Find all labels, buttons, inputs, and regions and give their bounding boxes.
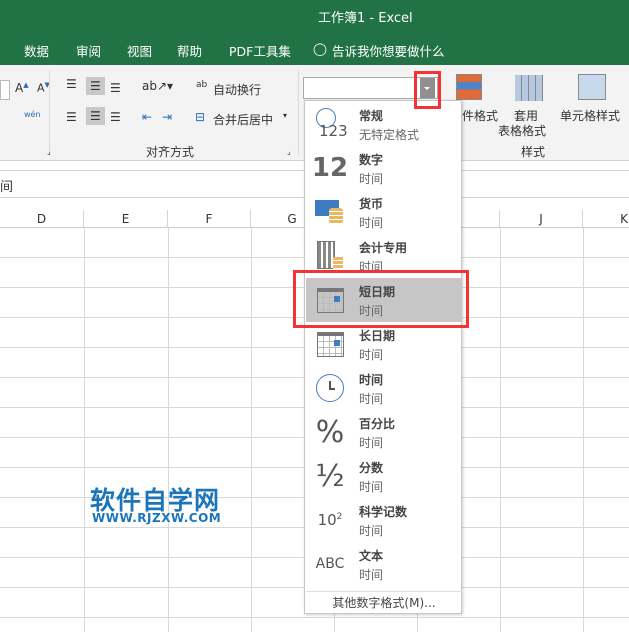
- fraction-icon: ½: [315, 458, 345, 494]
- number-format-item[interactable]: ½ 分数时间: [306, 454, 462, 498]
- format-label: 科学记数: [359, 505, 408, 519]
- grid-line: [84, 228, 85, 632]
- increase-indent-icon[interactable]: ⇥: [162, 110, 172, 124]
- column-header-k[interactable]: K: [583, 210, 629, 228]
- number-format-item[interactable]: ABC 文本时间: [306, 542, 462, 586]
- align-bottom-icon[interactable]: ☰: [110, 81, 121, 95]
- number-format-item[interactable]: 102 科学记数时间: [306, 498, 462, 542]
- tab-view[interactable]: 视图: [127, 41, 152, 60]
- abc-text-icon: ABC: [315, 556, 345, 572]
- percent-icon: %: [315, 414, 345, 450]
- tell-me-search[interactable]: 告诉我你想要做什么: [332, 41, 445, 60]
- align-right-icon[interactable]: ☰: [110, 110, 121, 124]
- currency-icon: [314, 196, 346, 228]
- format-sample: 时间: [359, 436, 384, 450]
- number-format-item[interactable]: % 百分比时间: [306, 410, 462, 454]
- column-header-d[interactable]: D: [0, 210, 84, 228]
- grid-line: [168, 228, 169, 632]
- format-sample: 时间: [359, 216, 384, 230]
- tab-help[interactable]: 帮助: [177, 41, 202, 60]
- format-label: 百分比: [359, 417, 396, 431]
- decrease-indent-icon[interactable]: ⇤: [142, 110, 152, 124]
- scientific-icon: 102: [317, 511, 343, 529]
- title-bar: 工作簿1 - Excel: [0, 0, 629, 33]
- format-sample: 无特定格式: [359, 128, 420, 142]
- format-label: 分数: [359, 461, 384, 475]
- format-label: 常规: [359, 109, 384, 123]
- decrease-font-icon[interactable]: A▼: [37, 81, 50, 95]
- phonetic-icon[interactable]: wén: [24, 110, 41, 119]
- conditional-format-icon[interactable]: [456, 74, 482, 100]
- dialog-launcher-icon[interactable]: ⌟: [287, 147, 291, 156]
- increase-font-icon[interactable]: A▲: [15, 81, 29, 95]
- alignment-group-label: 对齐方式: [146, 145, 195, 159]
- format-sample: 时间: [359, 348, 384, 362]
- number-format-item[interactable]: 12 数字时间: [306, 146, 462, 190]
- watermark-url: WWW.RJZXW.COM: [92, 511, 222, 525]
- format-sample: 时间: [359, 480, 384, 494]
- format-label: 会计专用: [359, 241, 408, 255]
- align-center-icon[interactable]: ☰: [86, 107, 105, 125]
- format-sample: 时间: [359, 568, 384, 582]
- tab-pdf-tools[interactable]: PDF工具集: [229, 41, 291, 60]
- number-format-item[interactable]: 时间 时间: [306, 366, 462, 410]
- grid-line: [583, 228, 584, 632]
- number-format-menu: 其他数字格式(M)... 123 常规 无特定格式 12 数字 时间 货币 时间 会计专用 时间…: [304, 100, 462, 614]
- grid-line: [0, 617, 629, 618]
- align-top-icon[interactable]: ☰: [66, 77, 77, 91]
- annotation-box: [414, 71, 441, 109]
- styles-group-label: 样式: [521, 145, 546, 159]
- merge-center-button[interactable]: 合并后居中: [213, 111, 273, 128]
- format-label: 文本: [359, 549, 384, 563]
- number-12-icon: 12: [311, 153, 349, 183]
- grid-line: [500, 228, 501, 632]
- number-format-item[interactable]: 货币 时间: [306, 190, 462, 234]
- merge-icon: ⊟: [195, 110, 206, 124]
- format-label: 长日期: [359, 329, 396, 343]
- font-size-box[interactable]: [0, 80, 10, 100]
- conditional-format-button[interactable]: 件格式: [462, 107, 498, 124]
- format-label: 货币: [359, 197, 384, 211]
- clock-123-icon: 123: [314, 108, 348, 140]
- wrap-text-icon: ab: [196, 80, 208, 90]
- window-title: 工作簿1 - Excel: [318, 11, 413, 26]
- accounting-calculator-icon: [314, 240, 346, 272]
- column-header-f[interactable]: F: [168, 210, 251, 228]
- orientation-icon[interactable]: ab↗▾: [142, 79, 173, 93]
- table-format-button[interactable]: 表格格式: [498, 122, 546, 139]
- formula-value: 间: [0, 180, 14, 195]
- format-sample: 时间: [359, 172, 384, 186]
- column-header-e[interactable]: E: [84, 210, 168, 228]
- dialog-launcher-icon[interactable]: ⌟: [47, 147, 51, 156]
- format-sample: 时间: [359, 524, 384, 538]
- merge-dropdown-icon[interactable]: ▾: [283, 111, 287, 120]
- table-format-icon[interactable]: [515, 75, 543, 101]
- format-label: 数字: [359, 153, 384, 167]
- align-left-icon[interactable]: ☰: [66, 110, 77, 124]
- grid-line: [251, 228, 252, 632]
- cell-styles-button[interactable]: 单元格样式: [560, 107, 620, 124]
- column-header-j[interactable]: J: [500, 210, 583, 228]
- calendar-icon: [314, 328, 346, 360]
- tab-review[interactable]: 审阅: [76, 41, 101, 60]
- annotation-box: [293, 270, 469, 328]
- tab-data[interactable]: 数据: [24, 41, 49, 60]
- format-sample: 时间: [359, 392, 384, 406]
- lightbulb-icon: ◯: [313, 41, 327, 56]
- format-label: 时间: [359, 373, 384, 387]
- cell-styles-icon[interactable]: [578, 74, 606, 100]
- align-middle-icon[interactable]: ☰: [86, 77, 105, 95]
- number-format-item[interactable]: 长日期 时间: [306, 322, 462, 366]
- more-number-formats[interactable]: 其他数字格式(M)...: [306, 591, 462, 613]
- clock-icon: [314, 372, 346, 404]
- ribbon-tabs: 数据 审阅 视图 帮助 PDF工具集 ◯ 告诉我你想要做什么: [0, 33, 629, 65]
- wrap-text-button[interactable]: 自动换行: [213, 81, 261, 98]
